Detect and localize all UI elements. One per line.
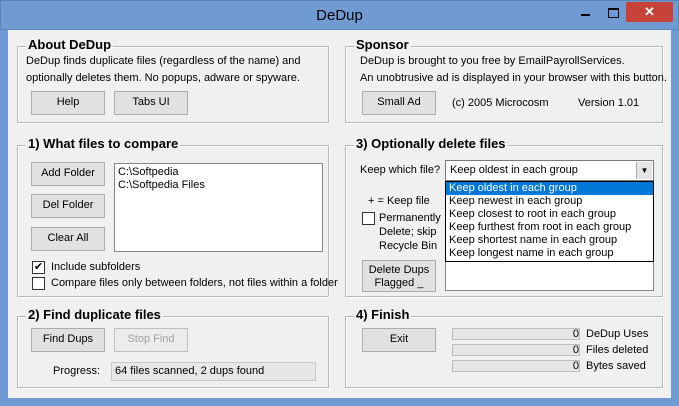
sponsor-line-1: DeDup is brought to you free by EmailPay… (360, 55, 625, 67)
add-folder-button[interactable]: Add Folder (31, 162, 105, 186)
sponsor-group: Sponsor DeDup is brought to you free by … (345, 37, 667, 123)
permanently-checkbox[interactable] (362, 212, 375, 225)
del-folder-button[interactable]: Del Folder (31, 194, 105, 218)
finish-title: 4) Finish (354, 307, 412, 322)
dropdown-option[interactable]: Keep longest name in each group (446, 247, 653, 260)
include-subfolders-label: Include subfolders (51, 261, 141, 273)
title-bar: DeDup ✕ (0, 0, 679, 30)
delete-dups-label-2: Flagged _ (374, 277, 424, 289)
dropdown-option[interactable]: Keep oldest in each group (446, 182, 653, 195)
find-title: 2) Find duplicate files (26, 307, 163, 322)
compare-title: 1) What files to compare (26, 136, 181, 151)
clear-all-button[interactable]: Clear All (31, 227, 105, 251)
window-frame-bottom (0, 398, 679, 406)
about-group: About DeDup DeDup finds duplicate files … (17, 37, 329, 123)
folder-list[interactable]: C:\Softpedia C:\Softpedia Files (114, 163, 323, 252)
bytes-saved-count: 0 (572, 360, 579, 372)
about-line-1: DeDup finds duplicate files (regardless … (26, 55, 301, 67)
keep-which-value: Keep oldest in each group (450, 164, 578, 176)
permanently-label: Permanently (379, 212, 441, 224)
dropdown-option[interactable]: Keep newest in each group (446, 195, 653, 208)
about-line-2: optionally deletes them. No popups, adwa… (26, 72, 300, 84)
about-title: About DeDup (26, 37, 114, 52)
finish-group: 4) Finish Exit 0 DeDup Uses 0 Files dele… (345, 307, 663, 388)
delete-dups-label-1: Delete Dups (368, 264, 430, 276)
delete-skip-label: Delete; skip (379, 226, 437, 238)
list-item[interactable]: C:\Softpedia (118, 166, 319, 179)
sponsor-title: Sponsor (354, 37, 411, 52)
compare-between-label: Compare files only between folders, not … (51, 277, 338, 289)
dropdown-option[interactable]: Keep shortest name in each group (446, 234, 653, 247)
window-frame-left (0, 30, 8, 406)
bytes-saved-label: Bytes saved (586, 360, 646, 372)
small-ad-button[interactable]: Small Ad (362, 91, 436, 115)
dropdown-option[interactable]: Keep furthest from root in each group (446, 221, 653, 234)
exit-button[interactable]: Exit (362, 328, 436, 352)
keep-which-select[interactable]: Keep oldest in each group ▼ (445, 160, 654, 181)
list-item[interactable]: C:\Softpedia Files (118, 179, 319, 192)
find-dups-button[interactable]: Find Dups (31, 328, 105, 352)
delete-dups-button[interactable]: Delete Dups Flagged _ (362, 260, 436, 292)
uses-count: 0 (572, 328, 579, 340)
keep-file-legend: + = Keep file (368, 195, 430, 207)
keep-which-dropdown[interactable]: Keep oldest in each group Keep newest in… (445, 181, 654, 262)
window-frame-right (671, 30, 679, 406)
progress-status: 64 files scanned, 2 dups found (111, 362, 316, 381)
copyright-text: (c) 2005 Microcosm (452, 97, 549, 109)
uses-label: DeDup Uses (586, 328, 649, 340)
help-button[interactable]: Help (31, 91, 105, 115)
files-deleted-count: 0 (572, 344, 579, 356)
close-icon[interactable]: ✕ (626, 2, 673, 22)
compare-between-checkbox[interactable] (32, 277, 45, 290)
progress-label: Progress: (53, 365, 101, 377)
recycle-bin-label: Recycle Bin (379, 240, 438, 252)
tabs-ui-button[interactable]: Tabs UI (114, 91, 188, 115)
stop-find-button[interactable]: Stop Find (114, 328, 188, 352)
sponsor-line-2: An unobtrusive ad is displayed in your b… (360, 72, 667, 84)
include-subfolders-checkbox[interactable]: ✔ (32, 261, 45, 274)
duplicates-list[interactable] (445, 260, 654, 291)
compare-group: 1) What files to compare Add Folder Del … (17, 136, 338, 297)
version-text: Version 1.01 (578, 97, 640, 109)
delete-group: 3) Optionally delete files Keep which fi… (345, 136, 663, 297)
find-group: 2) Find duplicate files Find Dups Stop F… (17, 307, 329, 388)
chevron-down-icon[interactable]: ▼ (636, 162, 652, 179)
files-deleted-label: Files deleted (586, 344, 649, 356)
maximize-icon[interactable] (599, 2, 626, 22)
dropdown-option[interactable]: Keep closest to root in each group (446, 208, 653, 221)
delete-title: 3) Optionally delete files (354, 136, 508, 151)
minimize-icon[interactable] (572, 2, 599, 22)
keep-which-label: Keep which file? (360, 164, 441, 176)
